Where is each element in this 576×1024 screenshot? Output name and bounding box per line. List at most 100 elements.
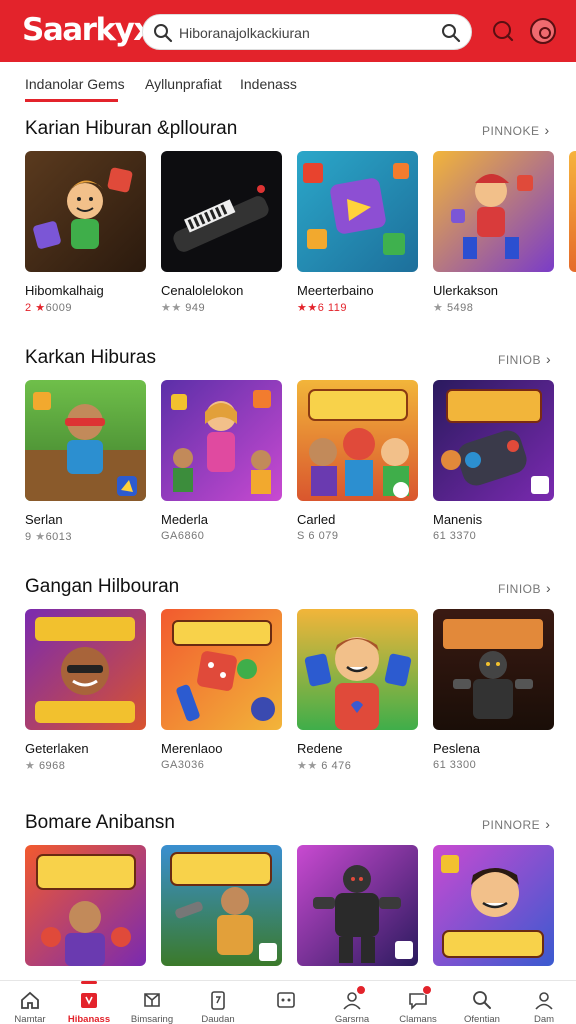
- game-rating: 2 ★6009: [25, 301, 146, 314]
- game-thumbnail: [297, 609, 418, 730]
- game-thumbnail: [25, 380, 146, 501]
- game-card[interactable]: Carled S 6 079: [297, 380, 418, 542]
- nav-browse[interactable]: Bimsaring: [122, 981, 182, 1024]
- tab-featured[interactable]: Indanolar Gems: [25, 76, 125, 92]
- game-rating: S 6 079: [297, 530, 418, 542]
- nav-games[interactable]: [256, 981, 316, 1024]
- nav-label: Hibanass: [67, 1014, 111, 1024]
- game-card[interactable]: Mederla GA6860: [161, 380, 282, 542]
- chevron-right-icon: ›: [546, 351, 552, 367]
- see-more-label: FINIOB: [498, 582, 542, 596]
- game-card[interactable]: Manenis 61 3370: [433, 380, 554, 542]
- see-more-label: PINNORE: [482, 818, 541, 832]
- see-more-link[interactable]: FINIOB ›: [498, 351, 551, 367]
- game-card[interactable]: Hibomkalhaig 2 ★6009: [25, 151, 146, 314]
- game-title: Meerterbaino: [297, 283, 374, 298]
- game-title: Cenalolelokon: [161, 283, 244, 298]
- nav-device[interactable]: Daudan: [188, 981, 248, 1024]
- chevron-right-icon: ›: [546, 580, 552, 596]
- game-card[interactable]: Ulerkakson ★ 5498: [433, 151, 554, 314]
- cube-icon: [144, 993, 160, 1007]
- see-more-link[interactable]: FINIOB ›: [498, 580, 551, 596]
- nav-search[interactable]: Ofentian: [452, 981, 512, 1024]
- category-tabs: Indanolar Gems Ayllunprafiat Indenass: [0, 62, 576, 106]
- star-icon: ★: [35, 302, 46, 314]
- section-title: Karkan Hiburas: [25, 347, 156, 368]
- tab-second[interactable]: Ayllunprafiat: [145, 76, 222, 92]
- game-title: Merenlaoo: [161, 741, 223, 756]
- game-row: Hibomkalhaig 2 ★6009 Cenalolelokon ★★ 94…: [25, 151, 576, 321]
- game-rating: GA6860: [161, 530, 282, 542]
- notification-badge: [356, 985, 366, 995]
- top-app-bar: Saarkyx: [0, 0, 576, 62]
- game-title: Hibomkalhaig: [25, 283, 104, 298]
- see-more-link[interactable]: PINNORE ›: [482, 816, 550, 832]
- game-rating: 9 ★6013: [25, 530, 146, 543]
- nav-chat[interactable]: Clamans: [388, 981, 448, 1024]
- tab-third[interactable]: Indenass: [240, 76, 297, 92]
- game-card[interactable]: Cenalolelokon ★★ 949: [161, 151, 282, 314]
- game-title: Redene: [297, 741, 343, 756]
- game-thumbnail: [25, 151, 146, 272]
- rating-number: S: [297, 530, 305, 542]
- app-logo[interactable]: Saarkyx: [22, 12, 153, 48]
- nav-label: Daudan: [201, 1014, 235, 1024]
- game-rating: ★★6 119: [297, 301, 418, 314]
- home-icon: [21, 991, 39, 1009]
- game-thumbnail: [433, 609, 554, 730]
- nav-store[interactable]: Hibanass: [59, 981, 119, 1024]
- game-card[interactable]: Peslena 61 3300: [433, 609, 554, 771]
- nav-profile[interactable]: Garsrna: [322, 981, 382, 1024]
- nav-home[interactable]: Namtar: [0, 981, 60, 1024]
- section-2: Karkan Hiburas FINIOB › Serlan 9 ★6013 Me…: [0, 347, 576, 547]
- nav-account[interactable]: Dam: [514, 981, 574, 1024]
- search-input[interactable]: [179, 21, 429, 45]
- rating-number: 9: [25, 531, 32, 543]
- see-more-link[interactable]: PINNOKE ›: [482, 122, 550, 138]
- game-rating: 61 3370: [433, 530, 554, 542]
- gamepad-icon: [277, 992, 295, 1008]
- game-title: Manenis: [433, 512, 483, 527]
- star-icon: ★★: [297, 302, 318, 314]
- game-card[interactable]: Redene ★★ 6 476: [297, 609, 418, 772]
- rating-count: GA6860: [161, 530, 205, 542]
- game-card[interactable]: [161, 845, 282, 966]
- game-thumbnail: [433, 845, 554, 966]
- game-title: Peslena: [433, 741, 480, 756]
- chat-bubble-icon[interactable]: [491, 19, 515, 43]
- nav-label: Namtar: [14, 1014, 46, 1024]
- rating-count: 6009: [45, 302, 73, 314]
- rating-number: 2: [25, 302, 32, 314]
- rating-count: 61 3300: [433, 759, 477, 771]
- game-row: Geterlaken ★ 6968 Merenlaoo GA3036 Reden…: [25, 609, 576, 779]
- game-card[interactable]: [25, 845, 146, 966]
- game-title: Carled: [297, 512, 336, 527]
- see-more-label: PINNOKE: [482, 124, 540, 138]
- active-tab-indicator: [25, 99, 118, 102]
- game-card[interactable]: [433, 845, 554, 966]
- bottom-navigation: Namtar Hibanass Bimsaring Daudan Garsrna…: [0, 980, 576, 1024]
- rating-count: 6 079: [308, 530, 339, 542]
- game-thumbnail: [297, 380, 418, 501]
- search-bar[interactable]: [142, 14, 472, 50]
- search-submit-icon[interactable]: [441, 23, 461, 43]
- game-thumbnail: [297, 845, 418, 966]
- game-card[interactable]: Meerterbaino ★★6 119: [297, 151, 418, 314]
- section-3: Gangan Hilbouran FINIOB › Geterlaken ★ 69…: [0, 576, 576, 776]
- rating-count: 949: [185, 302, 206, 314]
- game-card[interactable]: Serlan 9 ★6013: [25, 380, 146, 543]
- game-thumbnail: [297, 151, 418, 272]
- game-card[interactable]: [297, 845, 418, 966]
- game-thumbnail: [25, 609, 146, 730]
- game-card[interactable]: Geterlaken ★ 6968: [25, 609, 146, 772]
- notification-badge: [422, 985, 432, 995]
- game-rating: ★★ 6 476: [297, 759, 418, 772]
- game-rating: ★ 5498: [433, 301, 554, 314]
- game-row: [25, 845, 576, 980]
- nav-label: Ofentian: [464, 1014, 500, 1024]
- game-thumbnail: [161, 609, 282, 730]
- game-card[interactable]: Merenlaoo GA3036: [161, 609, 282, 771]
- game-row: Serlan 9 ★6013 Mederla GA6860 Carled S 6…: [25, 380, 576, 550]
- rating-count: 6968: [38, 760, 66, 772]
- profile-avatar[interactable]: [530, 18, 556, 44]
